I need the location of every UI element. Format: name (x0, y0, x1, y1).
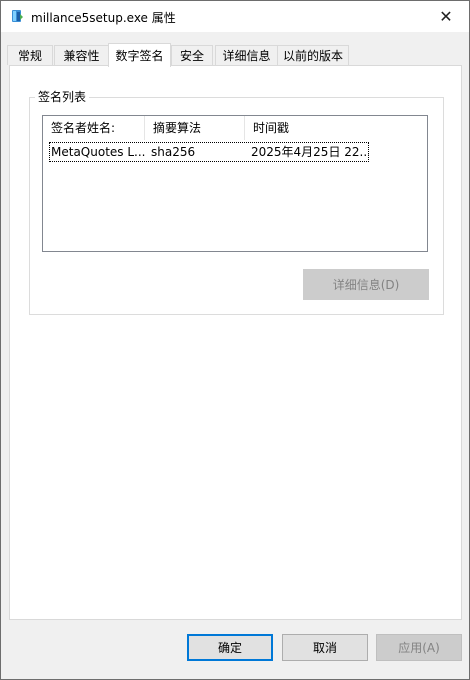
ok-button[interactable]: 确定 (187, 634, 273, 661)
tab-compatibility[interactable]: 兼容性 (54, 45, 109, 65)
tab-details-label: 详细信息 (222, 49, 271, 63)
title-bar: millance5setup.exe 属性 ✕ (1, 1, 469, 32)
window-title: millance5setup.exe 属性 (31, 11, 176, 25)
column-header-digest[interactable]: 摘要算法 (145, 116, 245, 140)
tab-panel: 签名列表 签名者姓名: 摘要算法 时间戳 MetaQuotes L... sha… (9, 65, 462, 620)
column-header-signer[interactable]: 签名者姓名: (43, 116, 145, 140)
tab-previous-versions-label: 以前的版本 (282, 49, 343, 63)
close-button[interactable]: ✕ (423, 1, 469, 32)
digest-algorithm-cell: sha256 (151, 145, 196, 159)
signature-list-title: 签名列表 (35, 88, 90, 105)
tab-security-label: 安全 (179, 49, 204, 63)
list-header: 签名者姓名: 摘要算法 时间戳 (43, 116, 427, 140)
tab-digital-signatures[interactable]: 数字签名 (108, 43, 171, 67)
tab-security[interactable]: 安全 (171, 45, 213, 65)
timestamp-cell: 2025年4月25日 22... (251, 145, 369, 159)
signature-list[interactable]: 签名者姓名: 摘要算法 时间戳 MetaQuotes L... sha256 2… (42, 115, 428, 252)
tab-details[interactable]: 详细信息 (215, 45, 278, 65)
signer-name-cell: MetaQuotes L... (51, 145, 146, 159)
installer-icon (12, 10, 23, 22)
apply-button[interactable]: 应用(A) (376, 634, 462, 661)
close-icon: ✕ (439, 7, 453, 26)
column-header-timestamp[interactable]: 时间戳 (245, 116, 427, 140)
tab-general[interactable]: 常规 (7, 45, 53, 65)
table-row[interactable]: MetaQuotes L... sha256 2025年4月25日 22... (49, 142, 369, 162)
tab-previous-versions[interactable]: 以前的版本 (277, 45, 349, 65)
properties-window: millance5setup.exe 属性 ✕ 常规 兼容性 数字签名 安全 详… (0, 0, 470, 680)
tab-compatibility-label: 兼容性 (63, 49, 100, 63)
tab-digital-signatures-label: 数字签名 (115, 49, 164, 63)
details-button[interactable]: 详细信息(D) (303, 269, 429, 300)
tab-general-label: 常规 (17, 49, 42, 63)
cancel-button[interactable]: 取消 (282, 634, 368, 661)
